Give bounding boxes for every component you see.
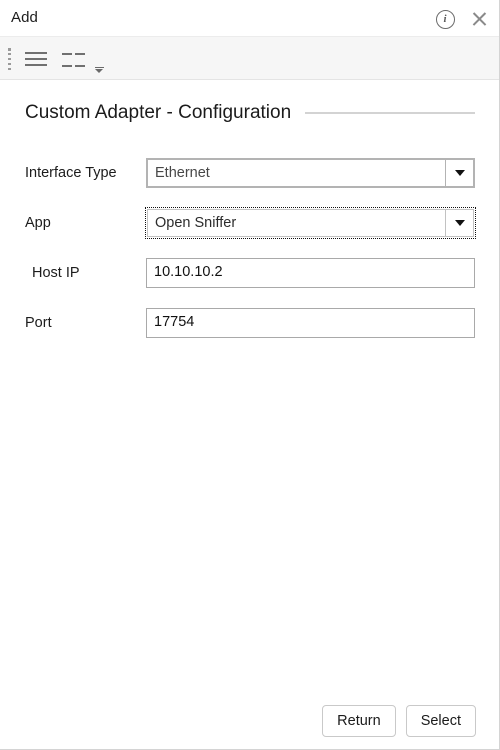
select-button[interactable]: Select [405, 705, 476, 737]
configuration-form: Interface Type Ethernet App Open Sniffer [0, 153, 499, 353]
app-select[interactable]: Open Sniffer [145, 207, 476, 239]
interface-type-value-box[interactable]: Ethernet [147, 159, 446, 187]
toolbar [0, 36, 499, 80]
title-bar-actions: i [432, 6, 492, 32]
info-icon[interactable]: i [432, 6, 458, 32]
host-ip-value: 10.10.10.2 [154, 264, 223, 280]
label-port: Port [25, 315, 52, 331]
interface-type-select[interactable]: Ethernet [146, 158, 475, 188]
list-view-icon[interactable] [22, 48, 50, 70]
interface-type-value: Ethernet [155, 165, 210, 181]
dialog-footer: Return Select [0, 705, 499, 737]
return-button[interactable]: Return [322, 705, 396, 737]
port-input[interactable]: 17754 [146, 308, 475, 338]
title-bar: Add i [0, 0, 499, 36]
close-glyph [472, 12, 487, 27]
close-icon[interactable] [466, 6, 492, 32]
toolbar-overflow-caret[interactable] [92, 63, 106, 77]
form-row-host-ip: Host IP 10.10.10.2 [0, 253, 499, 303]
section-header: Custom Adapter - Configuration [25, 102, 475, 124]
chevron-down-icon [454, 220, 465, 226]
chevron-down-icon [454, 170, 465, 176]
app-dropdown-button[interactable] [446, 209, 474, 237]
section-divider [305, 112, 475, 114]
port-value: 17754 [154, 314, 195, 330]
interface-type-dropdown-button[interactable] [446, 159, 474, 187]
drag-handle[interactable] [8, 48, 12, 70]
app-value: Open Sniffer [155, 215, 237, 231]
label-interface-type: Interface Type [25, 165, 117, 181]
label-host-ip: Host IP [32, 265, 80, 281]
app-value-box[interactable]: Open Sniffer [147, 209, 446, 237]
info-glyph: i [435, 9, 455, 29]
form-row-interface-type: Interface Type Ethernet [0, 153, 499, 203]
host-ip-input[interactable]: 10.10.10.2 [146, 258, 475, 288]
label-app: App [25, 215, 51, 231]
form-row-app: App Open Sniffer [0, 203, 499, 253]
window-title: Add [11, 9, 38, 26]
add-dialog-window: Add i Custom Adapter - Configuration Int… [0, 0, 500, 750]
form-row-port: Port 17754 [0, 303, 499, 353]
dialog-content: Custom Adapter - Configuration Interface… [0, 81, 499, 749]
grid-view-icon[interactable] [60, 49, 86, 70]
page-title: Custom Adapter - Configuration [25, 102, 292, 123]
